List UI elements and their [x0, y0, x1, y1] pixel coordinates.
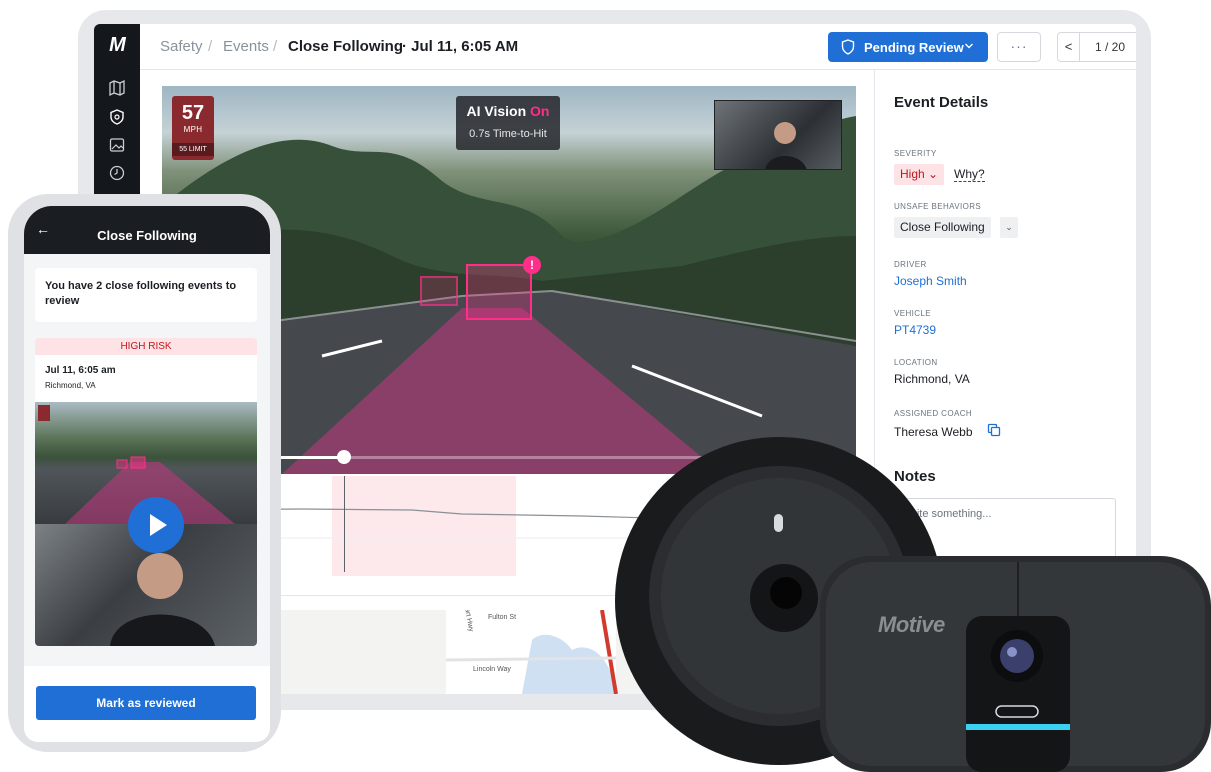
unsafe-behaviors-label: UNSAFE BEHAVIORS — [894, 202, 982, 211]
driver-label: DRIVER — [894, 260, 927, 269]
detection-box-lead-vehicle — [466, 264, 532, 320]
time-to-hit: 0.7s Time-to-Hit — [469, 128, 547, 140]
vehicle-link[interactable]: PT4739 — [894, 323, 936, 337]
chevron-down-icon — [964, 40, 974, 52]
map-street-label: Lincoln Way — [473, 666, 511, 673]
chevron-down-icon: ⌄ — [928, 167, 939, 181]
risk-badge: HIGH RISK — [35, 338, 257, 355]
ai-vision-badge: AI Vision On 0.7s Time-to-Hit — [456, 96, 560, 150]
map-icon[interactable] — [108, 79, 126, 97]
severity-why-link[interactable]: Why? — [954, 167, 985, 182]
page-title: Close Following — [288, 38, 403, 55]
speed-limit: 55 LIMIT — [172, 143, 214, 156]
mark-as-reviewed-button[interactable]: Mark as reviewed — [36, 686, 256, 720]
breadcrumb-safety[interactable]: Safety — [160, 38, 203, 55]
event-time: Jul 11, 6:05 am — [45, 365, 116, 376]
breadcrumb-separator: / — [208, 38, 213, 55]
chevron-down-icon[interactable]: ⌄ — [1000, 217, 1018, 238]
severity-value: High — [900, 167, 925, 181]
phone-header: ← Close Following — [24, 206, 270, 254]
video-scrubber-handle[interactable] — [337, 450, 351, 464]
more-options-button[interactable]: ··· — [997, 32, 1041, 62]
breadcrumb-separator: / — [273, 38, 278, 55]
map-street-label: Fulton St — [488, 614, 517, 621]
event-card[interactable]: HIGH RISK Jul 11, 6:05 am Richmond, VA — [35, 338, 257, 646]
detection-box-secondary — [420, 276, 458, 306]
header: Safety / Events / Close Following · Jul … — [140, 24, 1136, 70]
ai-vision-state: On — [530, 103, 550, 119]
timeline-cursor[interactable] — [344, 476, 345, 572]
clock-icon[interactable] — [108, 164, 126, 182]
motive-brand-logo: Motive — [878, 612, 945, 637]
event-location: Richmond, VA — [45, 381, 96, 390]
event-pager: < 1 / 20 > — [1057, 32, 1136, 62]
behavior-tag[interactable]: Close Following — [894, 217, 991, 238]
speed-value: 57 — [181, 102, 205, 124]
driver-image — [765, 122, 807, 169]
ai-vision-label: AI Vision — [466, 103, 527, 119]
phone-title: Close Following — [97, 228, 197, 243]
driver-camera-inset[interactable] — [714, 100, 842, 170]
dashcam-device — [820, 556, 1211, 772]
event-details-title: Event Details — [894, 94, 989, 111]
assigned-coach-label: ASSIGNED COACH — [894, 409, 973, 418]
driver-link[interactable]: Joseph Smith — [894, 274, 967, 288]
motive-logo[interactable]: M — [103, 34, 131, 58]
image-icon[interactable] — [108, 136, 126, 154]
speed-unit: MPH — [183, 125, 203, 134]
alert-icon: ! — [523, 256, 541, 274]
shield-icon[interactable] — [108, 108, 126, 126]
status-label: Pending Review — [864, 40, 964, 55]
copy-icon[interactable] — [987, 423, 1001, 437]
play-icon — [150, 514, 167, 536]
status-dropdown-button[interactable]: Pending Review — [828, 32, 988, 62]
page-title-date: · Jul 11, 6:05 AM — [402, 38, 519, 55]
location-label: LOCATION — [894, 358, 938, 367]
vehicle-label: VEHICLE — [894, 309, 932, 318]
previous-event-button[interactable]: < — [1058, 33, 1080, 61]
breadcrumb-events[interactable]: Events — [223, 38, 269, 55]
speed-badge: 57 MPH 55 LIMIT — [172, 96, 214, 160]
shield-icon — [841, 39, 855, 55]
play-button[interactable] — [128, 497, 184, 553]
location-value: Richmond, VA — [894, 372, 970, 386]
severity-dropdown[interactable]: High ⌄ — [894, 164, 945, 185]
summary-card: You have 2 close following events to rev… — [35, 268, 257, 322]
severity-label: SEVERITY — [894, 149, 937, 158]
phone-screen: ← Close Following You have 2 close follo… — [24, 206, 270, 742]
pager-count: 1 / 20 — [1094, 40, 1126, 54]
